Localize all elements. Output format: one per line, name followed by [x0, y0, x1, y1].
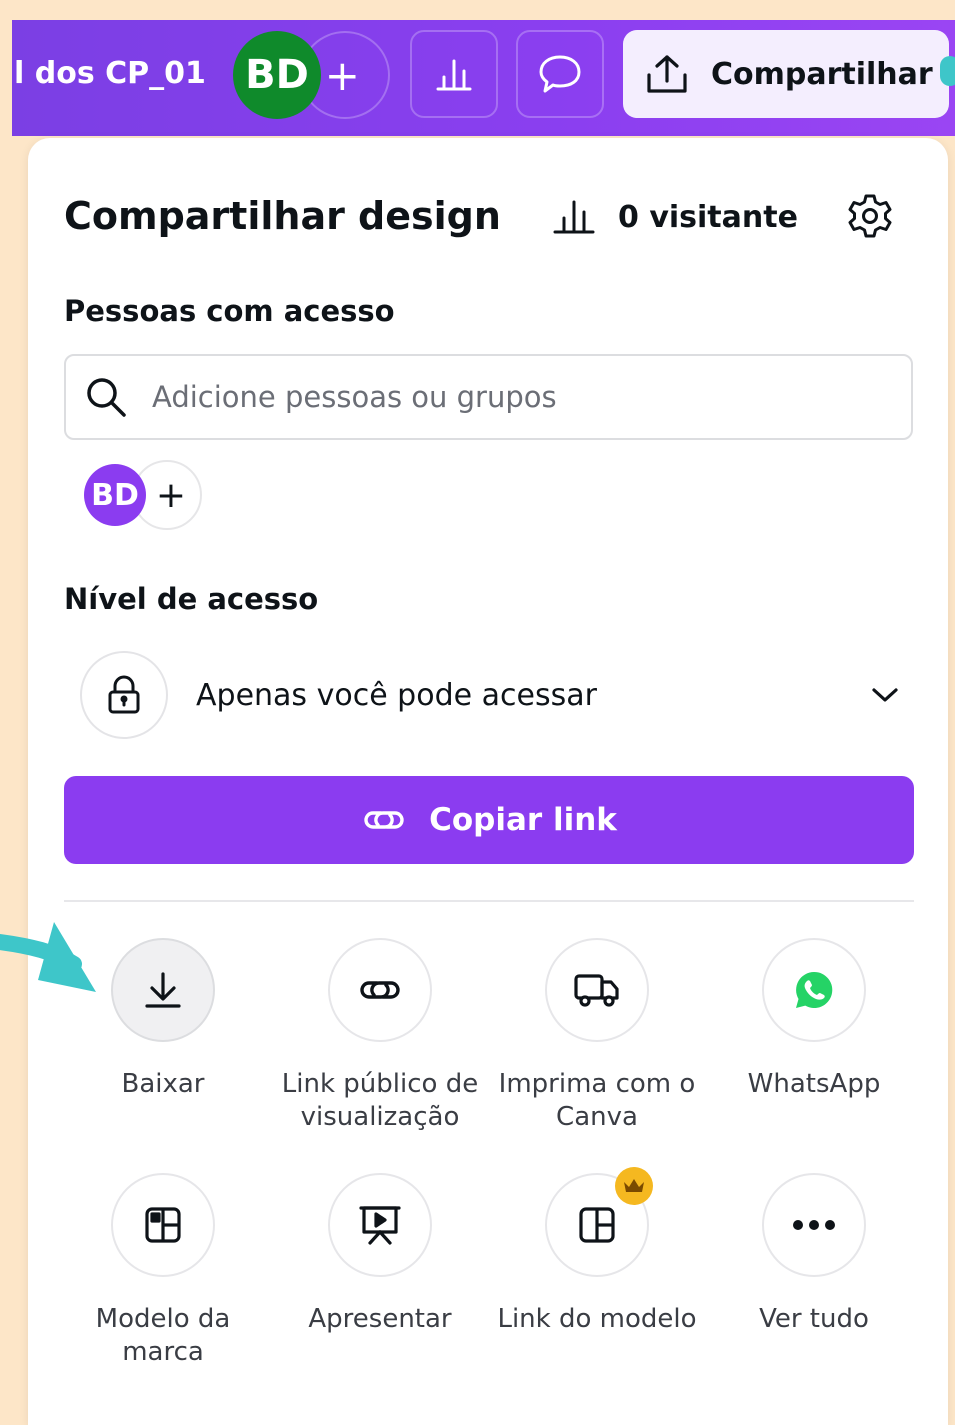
present-icon	[359, 1206, 401, 1245]
people-list: + BD	[84, 460, 204, 530]
access-level-value: Apenas você pode acessar	[196, 677, 597, 713]
member-avatar[interactable]: BD	[84, 464, 146, 526]
gear-icon	[848, 194, 892, 238]
option-see-all[interactable]: Ver tudo	[714, 1173, 914, 1336]
more-icon	[793, 1220, 835, 1230]
whatsapp-icon	[796, 971, 833, 1008]
option-public-view-link-circle	[328, 938, 432, 1042]
decorative-shape	[940, 56, 955, 86]
search-icon	[87, 378, 126, 417]
insights-button[interactable]	[410, 30, 498, 118]
settings-button[interactable]	[846, 192, 894, 244]
comment-icon	[539, 55, 581, 93]
option-template-link[interactable]: Link do modelo	[497, 1167, 697, 1336]
option-brand-template[interactable]: Modelo da marca	[63, 1173, 263, 1369]
option-see-all-circle	[762, 1173, 866, 1277]
lock-icon	[108, 675, 140, 714]
bar-chart-icon	[553, 200, 595, 234]
option-label: Baixar	[121, 1069, 205, 1099]
link-icon	[360, 981, 400, 999]
option-download-circle	[111, 938, 215, 1042]
truck-icon	[574, 974, 619, 1007]
comments-button[interactable]	[516, 30, 604, 118]
user-avatar[interactable]: BD	[233, 31, 321, 119]
search-input[interactable]	[150, 379, 854, 415]
option-label: WhatsApp	[747, 1069, 881, 1099]
plus-icon: +	[155, 474, 186, 516]
chevron-down-icon	[872, 688, 898, 702]
option-print-circle	[545, 938, 649, 1042]
download-icon	[145, 972, 181, 1008]
visitors-label: 0 visitante	[618, 199, 798, 235]
option-label: Ver tudo	[759, 1304, 869, 1334]
copy-link-label: Copiar link	[429, 802, 617, 838]
option-brand-template-circle	[111, 1173, 215, 1277]
brand-template-icon	[145, 1207, 181, 1243]
upload-icon	[647, 55, 687, 93]
copy-link-button[interactable]: Copiar link	[64, 776, 914, 864]
divider	[64, 900, 914, 902]
plus-icon: +	[324, 50, 360, 100]
share-button-label: Compartilhar	[711, 56, 933, 92]
option-present[interactable]: Apresentar	[280, 1173, 480, 1336]
template-icon	[579, 1207, 615, 1243]
annotation-arrow-icon	[0, 922, 96, 992]
link-icon	[364, 811, 404, 829]
document-title[interactable]: l dos CP_01	[14, 56, 206, 91]
option-whatsapp-circle	[762, 938, 866, 1042]
option-present-circle	[328, 1173, 432, 1277]
option-public-view-link[interactable]: Link público de visualização	[280, 938, 480, 1134]
crown-icon	[615, 1167, 653, 1205]
lock-badge	[80, 651, 168, 739]
share-panel: Compartilhar design 0 visitante Pessoas …	[28, 138, 948, 1425]
option-label: Imprima com o Canva	[498, 1069, 696, 1132]
search-field[interactable]	[64, 354, 913, 440]
option-label: Apresentar	[308, 1304, 452, 1334]
bar-chart-icon	[436, 59, 472, 91]
share-button[interactable]: Compartilhar	[623, 30, 949, 118]
access-level-label: Nível de acesso	[64, 582, 319, 616]
option-template-link-circle	[545, 1167, 653, 1277]
option-whatsapp[interactable]: WhatsApp	[714, 938, 914, 1101]
panel-title: Compartilhar design	[64, 194, 501, 238]
option-label: Link do modelo	[497, 1304, 697, 1334]
access-level-dropdown[interactable]: Apenas você pode acessar	[80, 650, 900, 740]
option-print[interactable]: Imprima com o Canva	[497, 938, 697, 1134]
option-label: Modelo da marca	[95, 1304, 231, 1367]
people-access-label: Pessoas com acesso	[64, 294, 395, 328]
visitors-counter[interactable]: 0 visitante	[552, 198, 798, 236]
option-label: Link público de visualização	[281, 1069, 479, 1132]
